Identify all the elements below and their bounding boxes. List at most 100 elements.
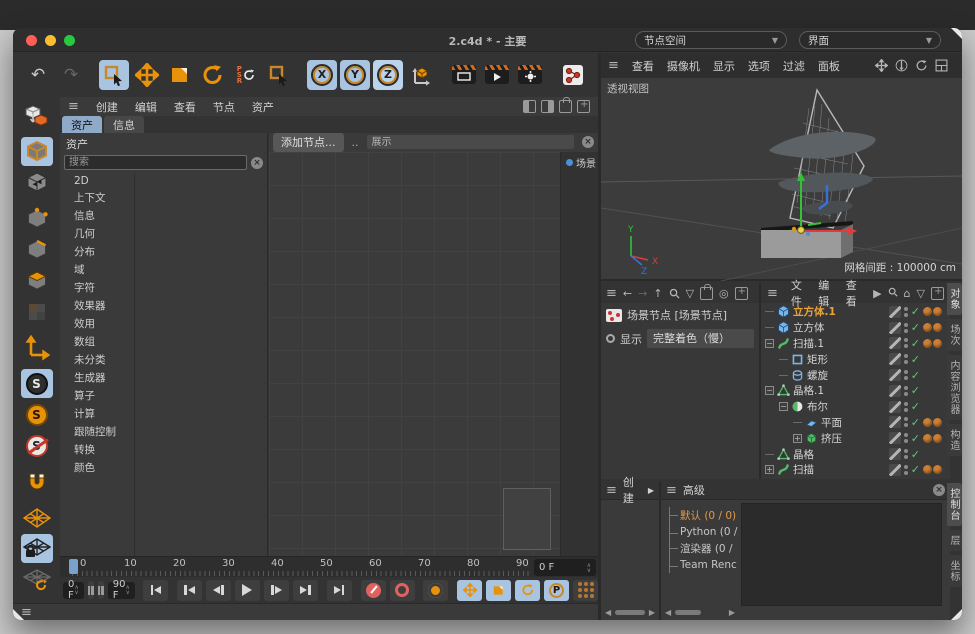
- filter-icon[interactable]: ▽: [917, 287, 925, 300]
- enable-check[interactable]: ✓: [911, 384, 920, 397]
- forward-icon[interactable]: →: [638, 287, 647, 300]
- add-icon[interactable]: [735, 287, 748, 300]
- y-axis-lock-button[interactable]: Y: [340, 60, 370, 90]
- collapse-expander[interactable]: −: [765, 339, 774, 348]
- node-space-dropdown[interactable]: 节点空间▼: [635, 31, 787, 49]
- redo-button[interactable]: ↷: [56, 60, 86, 90]
- snap-modes-button[interactable]: S: [21, 400, 53, 429]
- vp-menu-camera[interactable]: 摄像机: [667, 58, 700, 74]
- materials-hscrollbar[interactable]: ◀▶: [605, 608, 655, 617]
- rotate-tool-button[interactable]: [198, 60, 228, 90]
- enable-check[interactable]: ✓: [911, 463, 920, 476]
- panel-menu-icon[interactable]: ≡: [68, 99, 79, 114]
- texture-mode-button[interactable]: [21, 168, 53, 197]
- close-console-icon[interactable]: ×: [933, 484, 945, 496]
- snap-disabled-button[interactable]: S: [21, 431, 53, 460]
- back-icon[interactable]: ←: [623, 287, 632, 300]
- ramp-down-button[interactable]: [98, 581, 104, 599]
- clear-search-icon[interactable]: ×: [251, 157, 263, 169]
- edit-toggle[interactable]: [889, 385, 901, 397]
- edit-toggle[interactable]: [889, 464, 901, 476]
- current-frame-spinner[interactable]: 0 F∧∨: [534, 559, 596, 576]
- autokey-button[interactable]: [390, 580, 415, 601]
- lock-panel-icon[interactable]: [559, 100, 572, 113]
- scene-label[interactable]: 场景: [576, 155, 596, 170]
- panel-menu-icon[interactable]: ≡: [606, 286, 617, 301]
- category-item[interactable]: 2D: [60, 173, 134, 188]
- edit-toggle[interactable]: [889, 353, 901, 365]
- edit-toggle[interactable]: [889, 401, 901, 413]
- next-key-button[interactable]: [293, 580, 318, 601]
- tag-dot[interactable]: [923, 339, 932, 348]
- z-axis-lock-button[interactable]: Z: [373, 60, 403, 90]
- tab-objects[interactable]: 对象: [947, 283, 962, 315]
- 3d-viewport[interactable]: Y X Z 透视视图 网格间距 : 100000 cm: [601, 78, 962, 281]
- model-mode-button[interactable]: [21, 101, 53, 130]
- undo-button[interactable]: ↶: [23, 60, 53, 90]
- visibility-dots[interactable]: [904, 449, 908, 459]
- category-item[interactable]: 上下文: [60, 188, 134, 206]
- view-label[interactable]: 透视视图: [605, 81, 651, 96]
- node-filter-input[interactable]: [367, 135, 575, 149]
- tag-dot[interactable]: [923, 434, 932, 443]
- edit-toggle[interactable]: [889, 448, 901, 460]
- window-resize-corner[interactable]: [13, 609, 24, 620]
- visibility-dots[interactable]: [904, 323, 908, 333]
- split-left-icon[interactable]: [523, 100, 536, 113]
- target-icon[interactable]: ◎: [719, 287, 729, 300]
- split-right-icon[interactable]: [541, 100, 554, 113]
- vp-menu-view[interactable]: 查看: [632, 58, 654, 74]
- object-row[interactable]: + 挤压 ✓: [761, 430, 950, 446]
- keyframe-selection-button[interactable]: [423, 580, 448, 601]
- tag-dot[interactable]: [923, 307, 932, 316]
- planar-workplane-button[interactable]: [21, 565, 53, 594]
- dolly-camera-icon[interactable]: [895, 59, 908, 72]
- tab-structure[interactable]: 构造: [947, 424, 962, 456]
- toggle-views-icon[interactable]: [935, 59, 948, 72]
- category-item[interactable]: 分布: [60, 242, 134, 260]
- category-item[interactable]: 算子: [60, 386, 134, 404]
- record-scale-button[interactable]: [486, 580, 511, 601]
- category-item[interactable]: 信息: [60, 206, 134, 224]
- visibility-dots[interactable]: [904, 417, 908, 427]
- object-menu-icon[interactable]: ≡: [767, 286, 778, 301]
- tab-content-browser[interactable]: 内容浏览器: [947, 355, 962, 420]
- console-item-teamrender[interactable]: Team Renc: [670, 558, 739, 573]
- scale-tool-button[interactable]: [165, 60, 195, 90]
- collapse-expander[interactable]: −: [765, 386, 774, 395]
- edit-toggle[interactable]: [889, 306, 901, 318]
- pan-camera-icon[interactable]: [875, 59, 888, 72]
- visibility-dots[interactable]: [904, 354, 908, 364]
- object-row[interactable]: + 扫描 ✓: [761, 462, 950, 478]
- menu-asset[interactable]: 资产: [252, 99, 274, 115]
- vp-menu-display[interactable]: 显示: [713, 58, 735, 74]
- category-item[interactable]: 效果器: [60, 296, 134, 314]
- enable-check[interactable]: ✓: [911, 432, 920, 445]
- vp-menu-filter[interactable]: 过滤: [783, 58, 805, 74]
- goto-start-button[interactable]: [143, 580, 168, 601]
- more-menu-icon[interactable]: ▶: [873, 287, 881, 300]
- console-item-python[interactable]: Python (0 /: [670, 525, 739, 540]
- category-item[interactable]: 字符: [60, 278, 134, 296]
- material-menu-icon[interactable]: ≡: [606, 483, 617, 498]
- play-button[interactable]: [235, 580, 260, 601]
- viewport-menu-icon[interactable]: ≡: [608, 58, 619, 73]
- edit-toggle[interactable]: [889, 416, 901, 428]
- interface-dropdown[interactable]: 界面▼: [799, 31, 941, 49]
- material-create-menu[interactable]: 创建: [623, 474, 642, 506]
- console-output[interactable]: [741, 503, 942, 606]
- display-radio[interactable]: [606, 334, 615, 343]
- clear-filter-icon[interactable]: ×: [582, 136, 594, 148]
- tag-dot[interactable]: [923, 323, 932, 332]
- more-options[interactable]: ..: [352, 136, 359, 149]
- points-mode-button[interactable]: [21, 204, 53, 233]
- tab-info[interactable]: 信息: [104, 116, 144, 133]
- menu-edit[interactable]: 编辑: [135, 99, 157, 115]
- menu-view[interactable]: 查看: [174, 99, 196, 115]
- node-editor-button[interactable]: [558, 60, 588, 90]
- tab-coordinates[interactable]: 坐标: [947, 555, 962, 587]
- more-icon[interactable]: ▶: [648, 486, 654, 495]
- enable-check[interactable]: ✓: [911, 448, 920, 461]
- console-item-renderer[interactable]: 渲染器 (0 /: [670, 540, 739, 558]
- psr-tool-button[interactable]: PSR: [231, 60, 261, 90]
